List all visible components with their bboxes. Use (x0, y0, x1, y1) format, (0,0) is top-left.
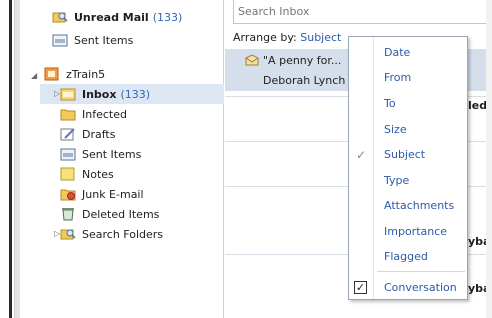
folder-label: Inbox (82, 87, 117, 101)
folder-label: Sent Items (74, 33, 134, 47)
folder-infected[interactable]: Infected (60, 104, 127, 124)
sent-items-icon (60, 148, 76, 161)
folder-label: Deleted Items (82, 207, 160, 221)
folder-junk-email[interactable]: Junk E-mail (60, 184, 144, 204)
folder-search-folders[interactable]: ▷ Search Folders (40, 224, 163, 244)
menu-item-to[interactable]: To (349, 93, 467, 115)
folder-pane: Unread Mail (133) Sent Items ◢ zTrain5 ▷… (20, 0, 224, 318)
inbox-count: (133) (120, 87, 151, 101)
arrange-by-bar[interactable]: Arrange by: Subject (233, 31, 341, 44)
expand-arrow-icon[interactable]: ▷ (54, 89, 64, 98)
menu-item-label: Conversation (384, 281, 457, 294)
menu-item-label: Date (384, 46, 411, 59)
folder-inbox[interactable]: ▷ Inbox (133) (40, 84, 224, 104)
folder-label: Junk E-mail (82, 187, 144, 201)
folder-deleted-items[interactable]: Deleted Items (60, 204, 159, 224)
expand-arrow-icon[interactable]: ▷ (54, 229, 64, 238)
pane-divider (9, 0, 12, 318)
arrange-by-menu: Date From To Size ✓ Subject Type Attachm… (348, 36, 468, 300)
folder-label: Sent Items (82, 147, 142, 161)
message-subject: "A penny for... (263, 54, 342, 67)
menu-item-flagged[interactable]: Flagged (349, 246, 467, 268)
checkmark-icon: ✓ (355, 148, 367, 162)
account-ztrain5[interactable]: zTrain5 (44, 64, 105, 84)
collapse-arrow-icon[interactable]: ◢ (31, 71, 41, 80)
menu-item-attachments[interactable]: Attachments (349, 195, 467, 217)
deleted-items-icon (62, 208, 74, 221)
folder-drafts[interactable]: Drafts (60, 124, 115, 144)
menu-item-label: To (384, 97, 396, 110)
menu-item-label: Flagged (384, 250, 428, 263)
message-sender: Deborah Lynch (263, 74, 346, 87)
menu-item-conversation[interactable]: ✓ Conversation (349, 277, 467, 299)
search-input[interactable] (234, 0, 491, 23)
menu-item-label: Importance (384, 225, 448, 238)
menu-item-type[interactable]: Type (349, 170, 467, 192)
menu-item-importance[interactable]: Importance (349, 221, 467, 243)
search-box[interactable] (233, 0, 492, 24)
arrange-label: Arrange by: (233, 31, 297, 44)
search-folder-icon (52, 12, 68, 23)
folder-label: Notes (82, 167, 114, 181)
folder-sent-items-top[interactable]: Sent Items (52, 30, 133, 50)
menu-item-label: Size (384, 123, 407, 136)
menu-item-label: Type (384, 174, 410, 187)
folder-label: Unread Mail (74, 10, 149, 24)
folder-label: Infected (82, 107, 127, 121)
folder-label: Drafts (82, 127, 116, 141)
folder-label: Search Folders (82, 227, 164, 241)
notes-icon (60, 167, 75, 181)
menu-item-label: Subject (384, 148, 426, 161)
unread-count: (133) (152, 10, 183, 24)
right-edge (486, 0, 492, 318)
account-label: zTrain5 (66, 67, 106, 81)
arrange-value[interactable]: Subject (300, 31, 341, 44)
drafts-icon (60, 128, 75, 141)
folder-unread-mail[interactable]: Unread Mail (133) (52, 7, 182, 27)
menu-item-size[interactable]: Size (349, 119, 467, 141)
folder-icon (60, 109, 76, 121)
menu-item-label: From (384, 71, 412, 84)
conversation-checkbox[interactable]: ✓ (354, 281, 367, 294)
junk-email-icon (60, 189, 76, 201)
folder-sent-items[interactable]: Sent Items (60, 144, 141, 164)
sent-items-icon (52, 34, 68, 47)
folder-notes[interactable]: Notes (60, 164, 114, 184)
menu-item-subject[interactable]: ✓ Subject (349, 144, 467, 166)
menu-item-date[interactable]: Date (349, 42, 467, 64)
conversation-icon (245, 54, 259, 66)
menu-item-from[interactable]: From (349, 67, 467, 89)
mailbox-icon (44, 67, 59, 81)
message-fragment: led (468, 99, 488, 112)
menu-separator (377, 271, 465, 272)
menu-item-label: Attachments (384, 199, 455, 212)
left-edge (0, 0, 20, 318)
